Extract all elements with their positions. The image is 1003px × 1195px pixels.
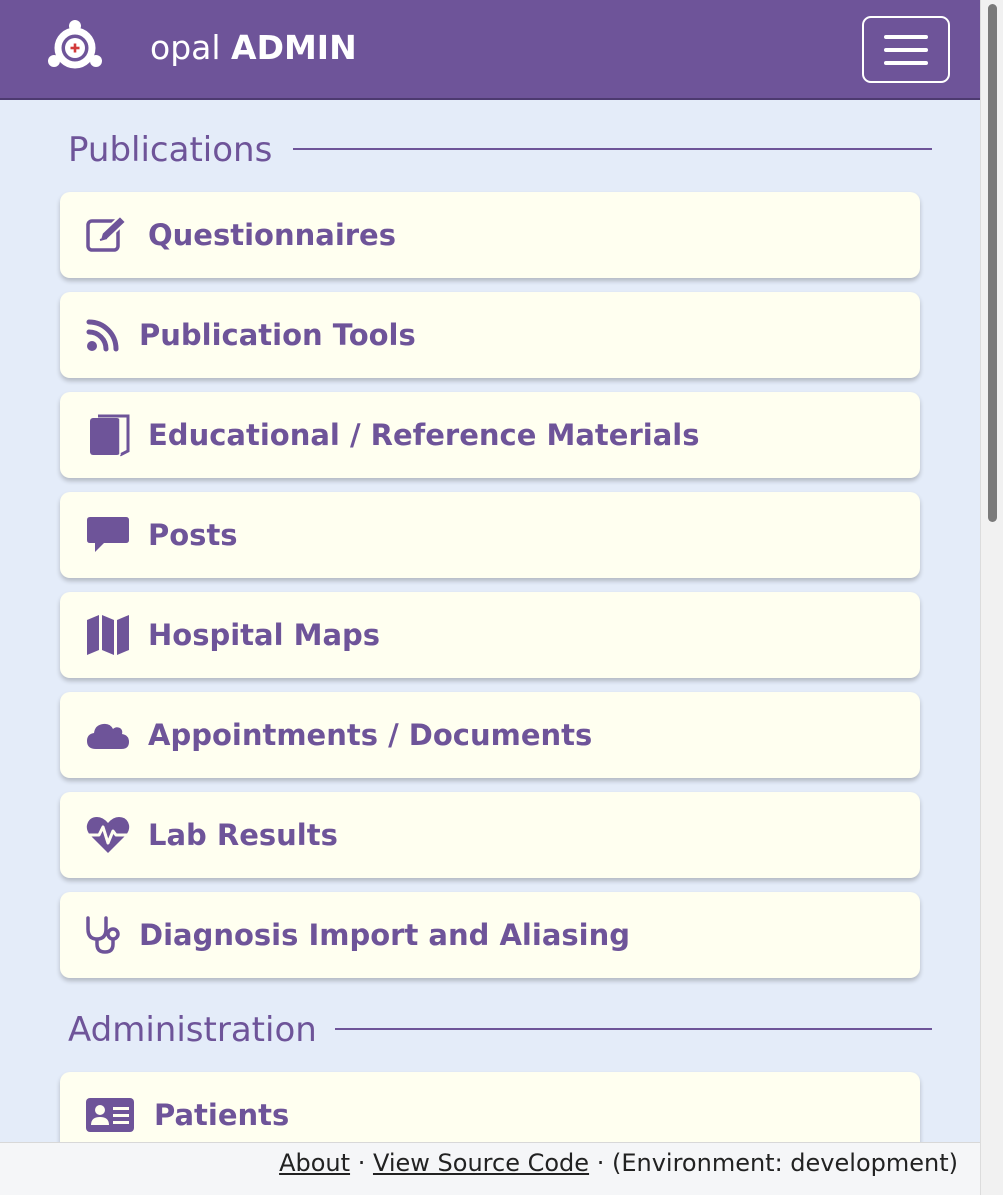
menu-card-label: Educational / Reference Materials xyxy=(148,418,700,452)
footer: About · View Source Code · (Environment:… xyxy=(0,1142,980,1195)
hamburger-bar xyxy=(884,61,928,65)
hamburger-bar xyxy=(884,48,928,52)
menu-card-label: Hospital Maps xyxy=(148,618,381,652)
menu-card-publication-tools[interactable]: Publication Tools xyxy=(60,292,920,378)
vertical-scrollbar[interactable] xyxy=(980,0,1003,1195)
menu-card-educational-materials[interactable]: Educational / Reference Materials xyxy=(60,392,920,478)
opal-logo-icon[interactable] xyxy=(45,18,105,78)
menu-toggle-button[interactable] xyxy=(862,16,950,83)
menu-card-posts[interactable]: Posts xyxy=(60,492,920,578)
brand-title[interactable]: opal ADMIN xyxy=(150,26,357,70)
menu-card-diagnosis-import[interactable]: Diagnosis Import and Aliasing xyxy=(60,892,920,978)
menu-card-label: Posts xyxy=(148,518,238,552)
menu-card-label: Questionnaires xyxy=(148,218,396,252)
menu-card-lab-results[interactable]: Lab Results xyxy=(60,792,920,878)
menu-card-label: Lab Results xyxy=(148,818,338,852)
stethoscope-icon xyxy=(83,892,123,978)
footer-separator: · xyxy=(596,1149,605,1177)
comment-icon xyxy=(85,492,131,578)
book-icon xyxy=(87,392,131,478)
menu-card-appointments-documents[interactable]: Appointments / Documents xyxy=(60,692,920,778)
scrollbar-thumb[interactable] xyxy=(988,4,997,522)
menu-card-label: Appointments / Documents xyxy=(148,718,593,752)
footer-links: About · View Source Code · (Environment:… xyxy=(279,1149,958,1177)
view-source-link[interactable]: View Source Code xyxy=(373,1149,589,1177)
page: opal ADMIN Publications Questionnaires P… xyxy=(0,0,1003,1195)
brand-bold-text: ADMIN xyxy=(231,28,357,67)
footer-separator: · xyxy=(357,1149,366,1177)
about-link[interactable]: About xyxy=(279,1149,350,1177)
section-heading-publications: Publications xyxy=(68,130,273,170)
menu-card-label: Diagnosis Import and Aliasing xyxy=(139,918,630,952)
edit-icon xyxy=(85,192,131,278)
menu-card-label: Publication Tools xyxy=(139,318,416,352)
heartbeat-icon xyxy=(85,792,131,878)
rss-icon xyxy=(84,292,122,378)
section-divider xyxy=(335,1028,932,1030)
section-divider xyxy=(293,148,932,150)
map-icon xyxy=(85,592,131,678)
menu-card-questionnaires[interactable]: Questionnaires xyxy=(60,192,920,278)
brand-light-text: opal xyxy=(150,28,221,67)
section-heading-administration: Administration xyxy=(68,1010,317,1050)
hamburger-bar xyxy=(884,35,928,39)
top-navbar: opal ADMIN xyxy=(0,0,980,100)
menu-card-hospital-maps[interactable]: Hospital Maps xyxy=(60,592,920,678)
cloud-icon xyxy=(85,692,131,778)
environment-text: (Environment: development) xyxy=(611,1149,958,1177)
